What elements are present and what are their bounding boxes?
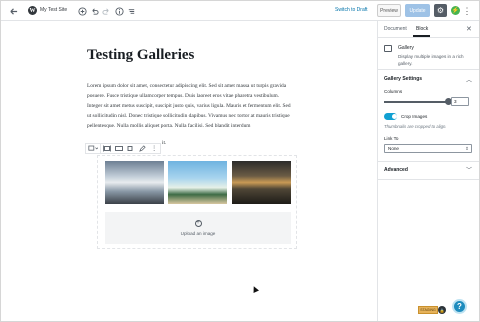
undo-icon[interactable] bbox=[88, 5, 100, 17]
update-button[interactable]: Update bbox=[405, 4, 430, 17]
link-to-select[interactable]: None ⇕ bbox=[384, 144, 472, 153]
wordpress-logo-icon[interactable]: W bbox=[28, 6, 37, 15]
editor-app: W My Test Site Switch to Draft Preview U… bbox=[1, 1, 479, 321]
divider bbox=[378, 69, 479, 70]
plus-circle-icon: + bbox=[194, 220, 202, 227]
staging-badge[interactable]: STAGING bbox=[418, 306, 438, 314]
settings-button[interactable]: ⚙ bbox=[434, 4, 447, 17]
lock-icon[interactable]: 🔒 bbox=[438, 306, 446, 314]
sunset-silhouette-image[interactable] bbox=[232, 161, 291, 204]
block-switcher-gallery-icon[interactable] bbox=[86, 144, 100, 153]
cloudy-sky-image[interactable] bbox=[105, 161, 164, 204]
block-card-title: Gallery bbox=[398, 45, 414, 51]
info-icon[interactable] bbox=[113, 5, 125, 17]
crop-images-toggle[interactable] bbox=[384, 113, 397, 120]
columns-number-input[interactable]: 3 bbox=[451, 97, 469, 106]
site-title[interactable]: My Test Site bbox=[40, 7, 67, 13]
jetpack-icon[interactable]: ⚡ bbox=[451, 6, 460, 15]
columns-label: Columns bbox=[384, 89, 403, 94]
block-navigation-icon[interactable] bbox=[125, 5, 137, 17]
switch-to-draft-link[interactable]: Switch to Draft bbox=[335, 7, 368, 13]
mouse-cursor-icon bbox=[251, 285, 259, 293]
crop-images-label: Crop Images bbox=[401, 114, 428, 119]
more-vertical-icon[interactable]: ⋮ bbox=[463, 5, 472, 17]
gallery-icon bbox=[384, 45, 392, 52]
upload-image-label: Upload an image bbox=[180, 231, 216, 236]
block-card-description: Display multiple images in a rich galler… bbox=[398, 54, 464, 66]
active-tab-indicator bbox=[413, 35, 430, 37]
close-icon[interactable]: ✕ bbox=[466, 25, 472, 33]
chevron-down-icon[interactable]: ﹀ bbox=[466, 165, 472, 174]
chevron-up-icon[interactable]: ︿ bbox=[466, 75, 472, 84]
link-to-label: Link To bbox=[384, 136, 399, 141]
editor-canvas: Testing Galleries Lorem ipsum dolor sit … bbox=[1, 21, 377, 321]
edit-pencil-icon[interactable] bbox=[136, 144, 148, 153]
top-toolbar: W My Test Site Switch to Draft Preview U… bbox=[1, 1, 479, 21]
sidebar-tabs: Document Block ✕ bbox=[378, 21, 479, 38]
chevron-updown-icon: ⇕ bbox=[465, 146, 469, 151]
more-options-icon[interactable]: ⋮ bbox=[148, 144, 160, 153]
gear-icon: ⚙ bbox=[436, 6, 445, 15]
tab-document[interactable]: Document bbox=[384, 26, 407, 32]
align-wide-icon[interactable] bbox=[101, 144, 113, 153]
align-full-icon[interactable] bbox=[113, 144, 125, 153]
settings-sidebar: Document Block ✕ Gallery Display multipl… bbox=[377, 21, 479, 321]
block-toolbar: ⋮ bbox=[85, 143, 161, 154]
divider bbox=[378, 179, 479, 180]
gallery-settings-title[interactable]: Gallery Settings bbox=[384, 76, 422, 82]
align-center-icon[interactable] bbox=[124, 144, 136, 153]
advanced-panel-title[interactable]: Advanced bbox=[384, 167, 408, 173]
palm-beach-image[interactable] bbox=[168, 161, 227, 204]
upload-image-area[interactable]: + Upload an image bbox=[105, 212, 291, 244]
link-to-value: None bbox=[388, 146, 399, 151]
paragraph-block[interactable]: Lorem ipsum dolor sit amet, consectetur … bbox=[87, 81, 295, 131]
divider bbox=[378, 161, 479, 162]
add-block-icon[interactable] bbox=[76, 5, 88, 17]
help-button[interactable]: ? bbox=[452, 299, 467, 314]
toggle-knob bbox=[392, 114, 397, 119]
crop-help-text: Thumbnails are cropped to align. bbox=[384, 124, 447, 129]
redo-icon[interactable] bbox=[100, 5, 112, 17]
columns-range-fill bbox=[384, 101, 448, 103]
gallery-block[interactable]: + Upload an image bbox=[97, 155, 297, 249]
paragraph-tail[interactable]: it. bbox=[162, 140, 166, 146]
back-arrow-icon[interactable] bbox=[7, 5, 19, 17]
preview-button[interactable]: Preview bbox=[377, 4, 401, 17]
post-title[interactable]: Testing Galleries bbox=[87, 47, 194, 64]
tab-block[interactable]: Block bbox=[416, 26, 428, 32]
